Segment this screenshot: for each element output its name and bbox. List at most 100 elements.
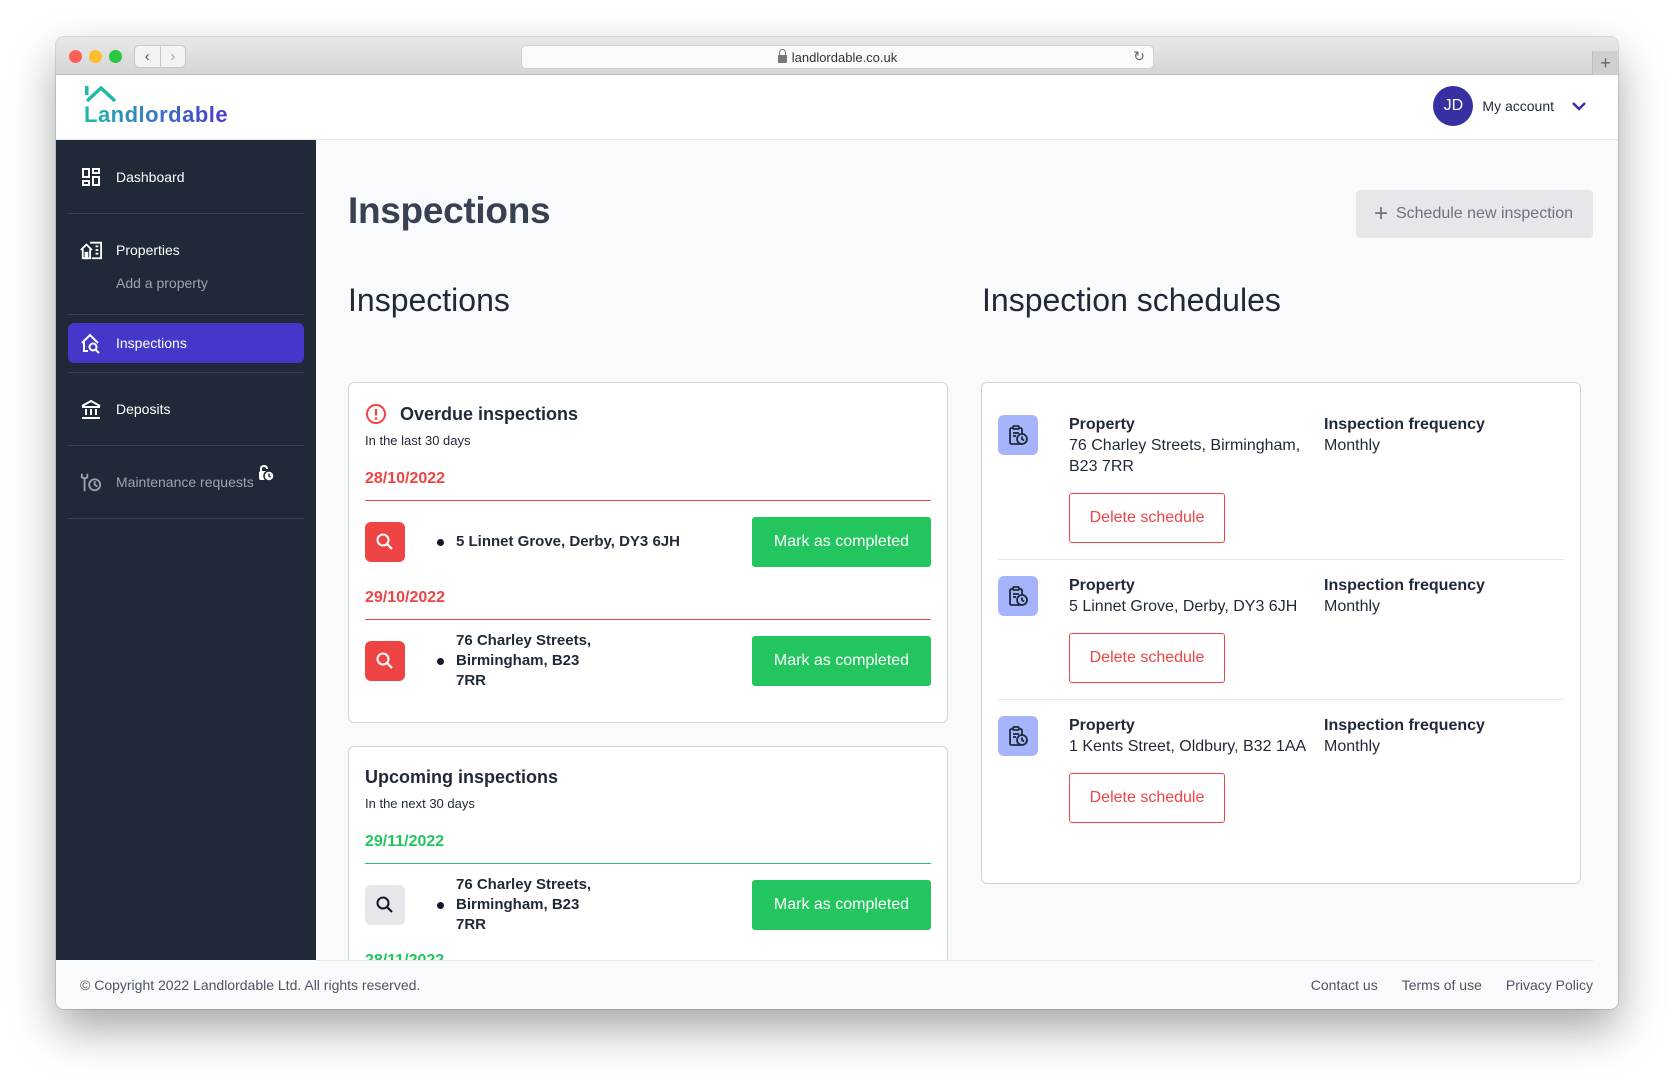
privacy-policy-link[interactable]: Privacy Policy [1506, 977, 1593, 993]
upcoming-inspections-card: Upcoming inspections In the next 30 days… [348, 746, 948, 960]
upcoming-date: 28/11/2022 [365, 952, 931, 960]
schedule-row: Property 1 Kents Street, Oldbury, B32 1A… [998, 699, 1564, 839]
schedules-heading: Inspection schedules [982, 282, 1281, 318]
account-menu[interactable]: JD My account [1433, 86, 1588, 126]
maximize-window-button[interactable] [109, 50, 122, 63]
property-address: 1 Kents Street, Oldbury, B32 1AA [1069, 738, 1307, 755]
footer-links: Contact us Terms of use Privacy Policy [1311, 977, 1593, 993]
dashboard-icon [80, 166, 102, 188]
sidebar-item-label: Dashboard [116, 169, 185, 185]
inspection-schedules-card: Property 76 Charley Streets, Birmingham,… [981, 382, 1581, 884]
clipboard-clock-icon [998, 576, 1038, 616]
overdue-subtitle: In the last 30 days [365, 433, 471, 448]
contact-us-link[interactable]: Contact us [1311, 977, 1378, 993]
view-inspection-button[interactable] [365, 522, 405, 562]
close-window-button[interactable] [69, 50, 82, 63]
overdue-title-text: Overdue inspections [400, 403, 579, 424]
overdue-inspections-card: Overdue inspections In the last 30 days … [348, 382, 948, 723]
browser-window: ‹ › landlordable.co.uk ↻ + Landlordable … [56, 37, 1618, 1009]
clipboard-clock-icon [998, 716, 1038, 756]
reload-icon[interactable]: ↻ [1133, 48, 1145, 65]
sidebar-item-properties[interactable]: Properties [68, 230, 304, 270]
schedule-frequency: Inspection frequency Monthly [1324, 576, 1485, 683]
sidebar-item-label: Deposits [116, 401, 171, 417]
bullet [437, 901, 444, 909]
sidebar-item-dashboard[interactable]: Dashboard [68, 157, 304, 197]
schedule-property: Property 1 Kents Street, Oldbury, B32 1A… [1069, 716, 1324, 823]
upcoming-date: 29/11/2022 [365, 833, 931, 864]
inspections-heading: Inspections [348, 282, 510, 318]
upcoming-subtitle: In the next 30 days [365, 796, 475, 811]
view-inspection-button[interactable] [365, 641, 405, 681]
frequency-label: Inspection frequency [1324, 416, 1485, 433]
delete-schedule-button[interactable]: Delete schedule [1069, 493, 1225, 543]
bank-icon [80, 398, 102, 420]
brand-name: Landlordable [84, 102, 229, 127]
avatar[interactable]: JD [1433, 86, 1474, 126]
inspection-row: 5 Linnet Grove, Derby, DY3 6JH Mark as c… [365, 517, 931, 567]
sidebar-item-inspections[interactable]: Inspections [68, 323, 304, 363]
schedule-row: Property 76 Charley Streets, Birmingham,… [998, 415, 1564, 559]
property-address: 5 Linnet Grove, Derby, DY3 6JH [1069, 598, 1298, 615]
upcoming-title: Upcoming inspections [365, 767, 559, 787]
overdue-title: Overdue inspections [365, 403, 931, 425]
inspection-row: 76 Charley Streets, Birmingham, B23 7RR … [365, 632, 931, 689]
schedule-row: Property 5 Linnet Grove, Derby, DY3 6JH … [998, 559, 1564, 699]
search-icon [376, 896, 393, 913]
url-text: landlordable.co.uk [791, 49, 898, 65]
sidebar-item-deposits[interactable]: Deposits [68, 389, 304, 429]
copyright-text: © Copyright 2022 Landlordable Ltd. All r… [80, 977, 421, 993]
lock-icon [777, 49, 787, 63]
back-button[interactable]: ‹ [135, 46, 160, 67]
mark-as-completed-button[interactable]: Mark as completed [752, 517, 931, 567]
page-title: Inspections [348, 190, 551, 231]
property-label: Property [1069, 717, 1135, 734]
inspection-row: 76 Charley Streets, Birmingham, B23 7RR … [365, 876, 931, 933]
delete-schedule-button[interactable]: Delete schedule [1069, 773, 1225, 823]
footer-divider [316, 960, 1593, 961]
address-bar[interactable]: landlordable.co.uk ↻ [521, 45, 1154, 69]
wrench-clock-icon [80, 471, 102, 493]
schedule-button-label: Schedule new inspection [1395, 205, 1573, 222]
schedule-frequency: Inspection frequency Monthly [1324, 716, 1485, 823]
brand-logo[interactable]: Landlordable [84, 85, 264, 131]
minimize-window-button[interactable] [89, 50, 102, 63]
history-nav: ‹ › [134, 45, 186, 68]
frequency-label: Inspection frequency [1324, 577, 1485, 594]
sidebar-item-label: Properties [116, 242, 180, 258]
overdue-date: 29/10/2022 [365, 589, 931, 620]
schedule-frequency: Inspection frequency Monthly [1324, 415, 1485, 543]
delete-schedule-button[interactable]: Delete schedule [1069, 633, 1225, 683]
footer: © Copyright 2022 Landlordable Ltd. All r… [56, 960, 1618, 1009]
overdue-date: 28/10/2022 [365, 470, 931, 501]
sidebar-divider [68, 518, 304, 519]
alert-circle-icon [366, 404, 386, 424]
terms-of-use-link[interactable]: Terms of use [1402, 977, 1482, 993]
mark-as-completed-button[interactable]: Mark as completed [752, 636, 931, 686]
mark-as-completed-button[interactable]: Mark as completed [752, 880, 931, 930]
schedule-property: Property 76 Charley Streets, Birmingham,… [1069, 415, 1324, 543]
account-label[interactable]: My account [1482, 98, 1554, 114]
sidebar-subitem-add-property[interactable]: Add a property [68, 270, 304, 296]
schedule-property: Property 5 Linnet Grove, Derby, DY3 6JH … [1069, 576, 1324, 683]
inspection-address: 76 Charley Streets, Birmingham, B23 7RR [456, 632, 592, 689]
search-icon [376, 533, 393, 550]
frequency-value: Monthly [1324, 598, 1381, 615]
house-search-icon [80, 332, 102, 354]
app-header: Landlordable JD My account [56, 75, 1618, 140]
new-tab-button[interactable]: + [1592, 51, 1618, 75]
inspection-address: 5 Linnet Grove, Derby, DY3 6JH [456, 533, 680, 550]
plus-icon: + [1373, 200, 1388, 227]
search-icon [376, 652, 393, 669]
frequency-value: Monthly [1324, 437, 1381, 454]
chevron-down-icon[interactable] [1570, 97, 1588, 115]
main-content: Inspections + Schedule new inspection In… [316, 140, 1618, 960]
view-inspection-button[interactable] [365, 885, 405, 925]
bullet [437, 657, 444, 665]
schedule-new-inspection-button[interactable]: + Schedule new inspection [1355, 190, 1593, 238]
frequency-label: Inspection frequency [1324, 717, 1485, 734]
forward-button[interactable]: › [159, 46, 186, 67]
house-roof-icon [85, 85, 117, 103]
property-label: Property [1069, 416, 1135, 433]
sidebar-item-label: Maintenance requests [116, 474, 254, 490]
